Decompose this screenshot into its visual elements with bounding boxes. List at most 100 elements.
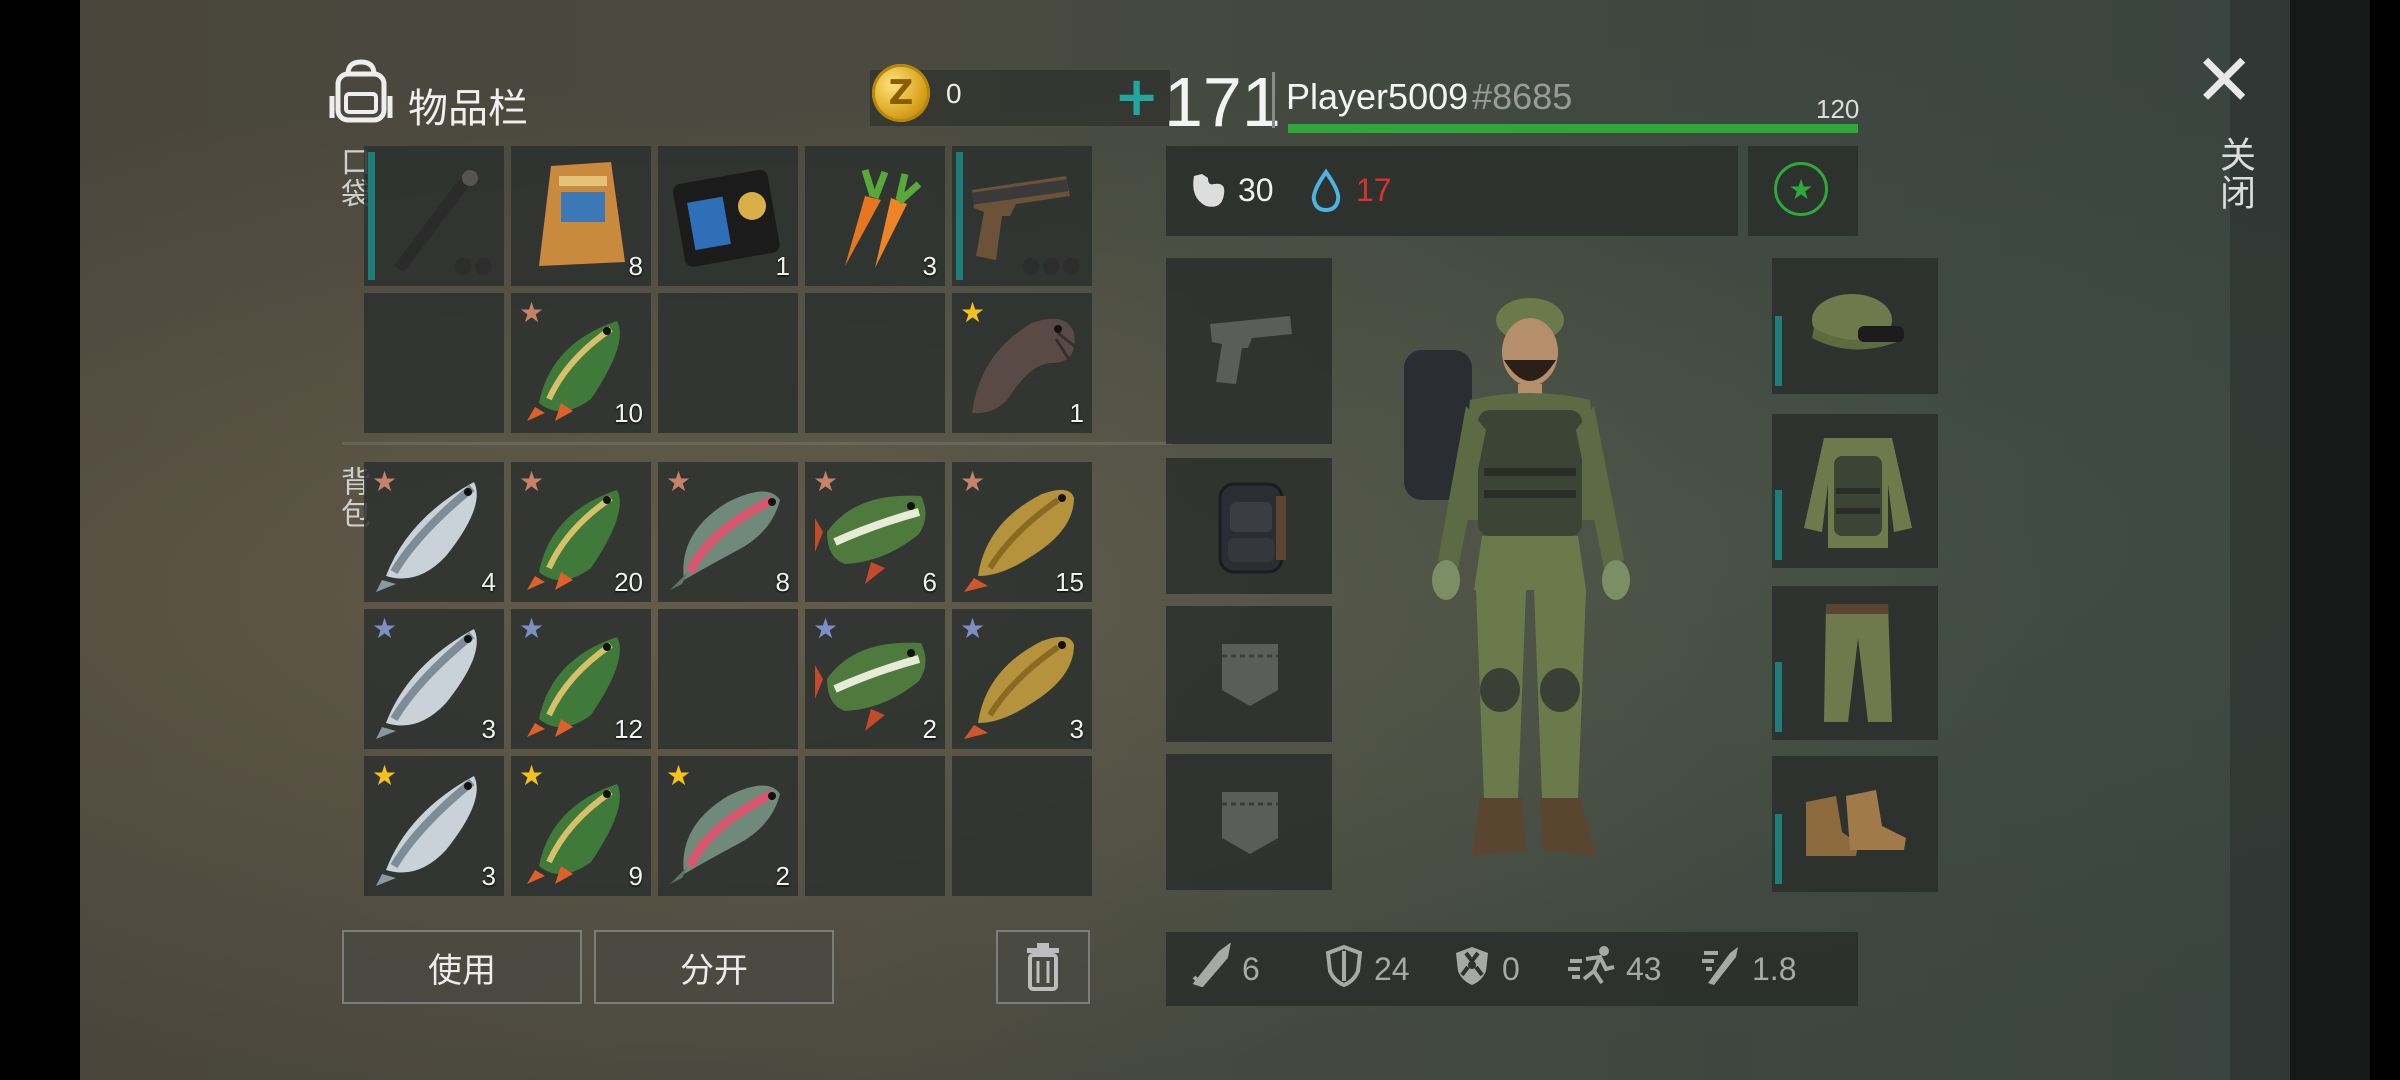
game-screen: 物品栏 Z 0 + 口袋 背包 ●● 8 1 3 ●●● ★ 10 ★ 1 ★ 4 ★ 20 ★ 8 ★ 6 ★… <box>80 0 2370 1080</box>
stat-radiation-shield: 0 <box>1450 932 1520 1006</box>
pocket-item-slot[interactable]: ★ 1 <box>952 293 1092 433</box>
backpack-item-slot[interactable]: ★ 6 <box>805 462 945 602</box>
backpack-item-slot[interactable]: ★ 2 <box>805 609 945 749</box>
item-count: 1 <box>775 251 790 281</box>
pocket-item-slot[interactable]: ●●● <box>952 146 1092 286</box>
player-name-row: Player5009 #8685 <box>1286 76 1572 118</box>
close-label[interactable]: 关闭 <box>2208 136 2260 212</box>
pocket-item-slot[interactable]: ●● <box>364 146 504 286</box>
backpack-item-slot[interactable]: ★ 15 <box>952 462 1092 602</box>
backpack-item-slot[interactable]: ★ 3 <box>364 609 504 749</box>
headwear-slot[interactable] <box>1772 258 1938 394</box>
bait-bag-icon <box>521 156 641 276</box>
camo-jacket-vest-icon <box>1804 438 1912 548</box>
torso-slot[interactable] <box>1772 414 1938 568</box>
item-count: 9 <box>628 861 643 891</box>
pocket-icon <box>1222 644 1278 706</box>
trash-icon <box>1027 943 1059 991</box>
item-count: 3 <box>1069 714 1084 744</box>
item-count: 3 <box>481 861 496 891</box>
quality-star-icon: ★ <box>666 465 692 498</box>
quality-star-icon: ★ <box>519 296 545 329</box>
footwear-slot[interactable] <box>1772 756 1938 892</box>
pocket-slot-1[interactable] <box>1166 606 1332 742</box>
quality-star-icon: ★ <box>519 759 545 792</box>
boots-icon <box>1806 790 1906 856</box>
hunger-icon <box>1184 168 1230 218</box>
pocket-slot-2[interactable] <box>1166 754 1332 890</box>
stat-value: 6 <box>1242 950 1260 987</box>
backpack-item-slot[interactable] <box>805 756 945 896</box>
durability-dots: ●● <box>453 253 494 278</box>
item-count: 15 <box>1055 567 1084 597</box>
item-count: 1 <box>1069 398 1084 428</box>
stat-value: 43 <box>1626 950 1662 987</box>
quality-star-icon: ★ <box>519 612 545 645</box>
pocket-item-slot[interactable]: 1 <box>658 146 798 286</box>
pocket-icon <box>1222 792 1278 854</box>
legs-slot[interactable] <box>1772 586 1938 740</box>
pocket-item-slot[interactable] <box>658 293 798 433</box>
quality-star-icon: ★ <box>372 759 398 792</box>
pocket-item-slot[interactable] <box>805 293 945 433</box>
backpack-item-slot[interactable]: ★ 9 <box>511 756 651 896</box>
quality-star-icon: ★ <box>519 465 545 498</box>
trash-button[interactable] <box>996 930 1090 1004</box>
backpack-item-slot[interactable] <box>952 756 1092 896</box>
perks-button[interactable]: ★ <box>1748 146 1858 236</box>
survival-stats-panel: 30 17 <box>1166 146 1738 236</box>
thirst-value: 17 <box>1356 172 1392 208</box>
backpack-item-slot[interactable]: ★ 3 <box>364 756 504 896</box>
quality-star-icon: ★ <box>960 612 986 645</box>
player-name: Player5009 <box>1286 76 1469 117</box>
pocket-item-slot[interactable] <box>364 293 504 433</box>
item-count: 8 <box>775 567 790 597</box>
use-button[interactable]: 使用 <box>342 930 582 1004</box>
radiation-shield-icon <box>1450 943 1494 995</box>
section-divider <box>342 442 1172 445</box>
quality-star-icon: ★ <box>960 465 986 498</box>
backpack-slot[interactable] <box>1166 458 1332 594</box>
backpack-item-slot[interactable]: ★ 12 <box>511 609 651 749</box>
item-count: 2 <box>775 861 790 891</box>
backpack-item-slot[interactable]: ★ 8 <box>658 462 798 602</box>
backpack-item-slot[interactable]: ★ 3 <box>952 609 1092 749</box>
weapon-slot[interactable] <box>1166 258 1332 444</box>
star-badge-icon: ★ <box>1774 162 1828 216</box>
hunger-value: 30 <box>1238 172 1274 208</box>
stat-value: 1.8 <box>1752 950 1797 987</box>
quality-star-icon: ★ <box>372 612 398 645</box>
pocket-item-slot[interactable]: 8 <box>511 146 651 286</box>
item-count: 6 <box>922 567 937 597</box>
stat-speed-runner: 43 <box>1566 932 1662 1006</box>
item-count: 4 <box>481 567 496 597</box>
slot-accent <box>1775 316 1782 386</box>
camo-pants-icon <box>1824 604 1892 722</box>
slot-accent <box>1775 490 1782 560</box>
pocket-item-slot[interactable]: ★ 10 <box>511 293 651 433</box>
split-button[interactable]: 分开 <box>594 930 834 1004</box>
attack-knife-icon <box>1190 942 1234 995</box>
add-coins-button[interactable]: + <box>1114 70 1159 124</box>
backpack-item-slot[interactable] <box>658 609 798 749</box>
backpack-icon <box>326 56 396 126</box>
coin-count: 0 <box>946 78 962 109</box>
stealth-icon <box>1700 943 1744 995</box>
quality-star-icon: ★ <box>372 465 398 498</box>
close-icon[interactable]: ✕ <box>2194 44 2254 116</box>
backpack-item-slot[interactable]: ★ 20 <box>511 462 651 602</box>
stat-armor-shield: 24 <box>1322 932 1410 1006</box>
pocket-item-slot[interactable]: 3 <box>805 146 945 286</box>
backpack-item-slot[interactable]: ★ 4 <box>364 462 504 602</box>
health-bar <box>1288 124 1858 133</box>
quality-star-icon: ★ <box>813 612 839 645</box>
speed-runner-icon <box>1566 943 1618 995</box>
item-count: 20 <box>614 567 643 597</box>
stat-value: 24 <box>1374 950 1410 987</box>
thirst-drop-icon <box>1308 168 1344 218</box>
item-count: 10 <box>614 398 643 428</box>
pistol-icon <box>1210 316 1292 384</box>
backpack-item-slot[interactable]: ★ 2 <box>658 756 798 896</box>
hp-value: 120 <box>1816 94 1860 124</box>
inventory-title: 物品栏 <box>408 86 528 132</box>
